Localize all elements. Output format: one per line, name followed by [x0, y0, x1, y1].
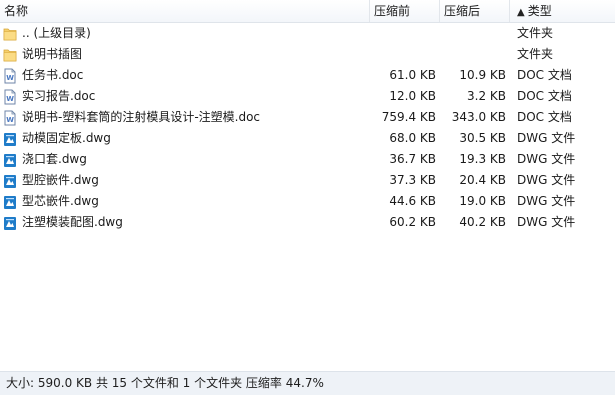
file-type: DWG 文件: [517, 152, 576, 166]
column-size-header[interactable]: 压缩前: [370, 0, 440, 22]
file-name-cell: 说明书插图: [3, 44, 368, 65]
svg-text:W: W: [6, 95, 14, 103]
folder-up-icon: [3, 26, 17, 42]
file-type: DOC 文档: [517, 89, 572, 103]
file-name: 型腔嵌件.dwg: [22, 173, 99, 187]
dwg-file-icon: [3, 194, 17, 210]
file-size: 37.3 KB: [389, 173, 436, 187]
file-type: DOC 文档: [517, 68, 572, 82]
file-compressed-size: [440, 23, 506, 44]
dwg-file-icon: [3, 152, 17, 168]
file-size: [370, 23, 436, 44]
file-compressed-size: 20.4 KB: [459, 173, 506, 187]
file-name: 浇口套.dwg: [22, 152, 87, 166]
file-compressed-size: 19.0 KB: [459, 194, 506, 208]
column-type-label: 类型: [527, 4, 552, 18]
file-list: .. (上级目录) 文件夹 说明书插图 文件夹 W 任务书.doc 61.0 KB 10.9 …: [0, 23, 615, 233]
file-size: 12.0 KB: [389, 89, 436, 103]
file-type: DWG 文件: [517, 215, 576, 229]
column-header: 名称 压缩前 压缩后 ▲ 类型: [0, 0, 615, 23]
file-name-cell: 注塑模装配图.dwg: [3, 212, 368, 233]
file-name: 说明书插图: [22, 47, 83, 61]
file-type: DWG 文件: [517, 173, 576, 187]
file-row[interactable]: W 任务书.doc 61.0 KB 10.9 KB DOC 文档: [0, 65, 615, 86]
doc-file-icon: W: [3, 89, 17, 105]
file-row[interactable]: 浇口套.dwg 36.7 KB 19.3 KB DWG 文件: [0, 149, 615, 170]
file-name: 任务书.doc: [22, 68, 84, 82]
file-name-cell: 型腔嵌件.dwg: [3, 170, 368, 191]
file-name-cell: .. (上级目录): [3, 23, 368, 44]
file-row[interactable]: .. (上级目录) 文件夹: [0, 23, 615, 44]
file-row[interactable]: 说明书插图 文件夹: [0, 44, 615, 65]
doc-file-icon: W: [3, 68, 17, 84]
dwg-file-icon: [3, 173, 17, 189]
file-size: 60.2 KB: [389, 215, 436, 229]
file-size: 61.0 KB: [389, 68, 436, 82]
file-size: 44.6 KB: [389, 194, 436, 208]
file-name: 说明书-塑料套筒的注射模具设计-注塑模.doc: [22, 110, 261, 124]
file-row[interactable]: 动模固定板.dwg 68.0 KB 30.5 KB DWG 文件: [0, 128, 615, 149]
file-compressed-size: 19.3 KB: [459, 152, 506, 166]
file-row[interactable]: 注塑模装配图.dwg 60.2 KB 40.2 KB DWG 文件: [0, 212, 615, 233]
file-row[interactable]: W 说明书-塑料套筒的注射模具设计-注塑模.doc 759.4 KB 343.0 KB…: [0, 107, 615, 128]
file-name-cell: W 说明书-塑料套筒的注射模具设计-注塑模.doc: [3, 107, 368, 128]
dwg-file-icon: [3, 131, 17, 147]
file-type: DWG 文件: [517, 131, 576, 145]
status-bar: 大小: 590.0 KB 共 15 个文件和 1 个文件夹 压缩率 44.7%: [0, 371, 615, 395]
file-name-cell: W 实习报告.doc: [3, 86, 368, 107]
column-type-header[interactable]: ▲ 类型: [510, 0, 615, 22]
file-name-cell: W 任务书.doc: [3, 65, 368, 86]
status-text: 大小: 590.0 KB 共 15 个文件和 1 个文件夹 压缩率 44.7%: [6, 376, 324, 390]
file-compressed-size: 10.9 KB: [459, 68, 506, 82]
doc-file-icon: W: [3, 110, 17, 126]
sort-ascending-icon: ▲: [517, 7, 525, 18]
file-type: 文件夹: [517, 47, 554, 61]
column-compressed-header[interactable]: 压缩后: [440, 0, 510, 22]
file-name: 型芯嵌件.dwg: [22, 194, 99, 208]
file-row[interactable]: 型芯嵌件.dwg 44.6 KB 19.0 KB DWG 文件: [0, 191, 615, 212]
file-compressed-size: [440, 44, 506, 65]
file-compressed-size: 30.5 KB: [459, 131, 506, 145]
file-row[interactable]: 型腔嵌件.dwg 37.3 KB 20.4 KB DWG 文件: [0, 170, 615, 191]
file-size: 36.7 KB: [389, 152, 436, 166]
dwg-file-icon: [3, 215, 17, 231]
column-name-label: 名称: [4, 4, 29, 18]
file-compressed-size: 343.0 KB: [451, 110, 506, 124]
svg-text:W: W: [6, 116, 14, 124]
column-name-header[interactable]: 名称: [0, 0, 370, 22]
file-size: [370, 44, 436, 65]
file-name: 动模固定板.dwg: [22, 131, 111, 145]
file-type: 文件夹: [517, 26, 554, 40]
folder-icon: [3, 47, 17, 63]
file-type: DOC 文档: [517, 110, 572, 124]
file-name-cell: 浇口套.dwg: [3, 149, 368, 170]
file-name: .. (上级目录): [22, 26, 91, 40]
svg-text:W: W: [6, 74, 14, 82]
file-row[interactable]: W 实习报告.doc 12.0 KB 3.2 KB DOC 文档: [0, 86, 615, 107]
file-name-cell: 动模固定板.dwg: [3, 128, 368, 149]
file-name: 注塑模装配图.dwg: [22, 215, 123, 229]
file-name: 实习报告.doc: [22, 89, 96, 103]
column-size-label: 压缩前: [374, 4, 411, 18]
file-name-cell: 型芯嵌件.dwg: [3, 191, 368, 212]
file-size: 759.4 KB: [381, 110, 436, 124]
file-compressed-size: 40.2 KB: [459, 215, 506, 229]
file-type: DWG 文件: [517, 194, 576, 208]
file-compressed-size: 3.2 KB: [467, 89, 506, 103]
column-compressed-label: 压缩后: [444, 4, 481, 18]
file-size: 68.0 KB: [389, 131, 436, 145]
